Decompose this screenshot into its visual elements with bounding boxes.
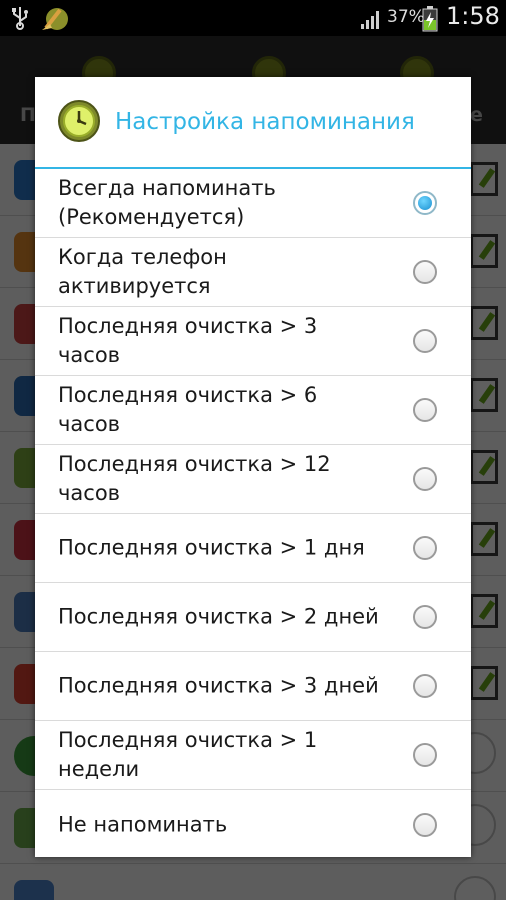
radio-button[interactable] (413, 674, 437, 698)
reminder-option-label: Последняя очистка > 1 недели (58, 728, 318, 781)
status-bar: 37% 1:58 (0, 0, 506, 36)
cleaner-broom-icon (42, 8, 68, 30)
reminder-option[interactable]: Последняя очистка > 3 дней (35, 652, 471, 721)
reminder-option[interactable]: Последняя очистка > 1 дня (35, 514, 471, 583)
dialog-header: Настройка напоминания (35, 77, 471, 169)
radio-button[interactable] (413, 605, 437, 629)
radio-button[interactable] (413, 191, 437, 215)
reminder-option[interactable]: Последняя очистка > 3 часов (35, 307, 471, 376)
reminder-option[interactable]: Последняя очистка > 12 часов (35, 445, 471, 514)
reminder-option-label: Последняя очистка > 3 часов (58, 314, 318, 367)
reminder-option[interactable]: Всегда напоминать (Рекомендуется) (35, 169, 471, 238)
radio-button[interactable] (413, 329, 437, 353)
reminder-option-label: Последняя очистка > 3 дней (58, 673, 379, 698)
reminder-option[interactable]: Не напоминать (35, 790, 471, 859)
clock-icon (58, 100, 100, 142)
reminder-option-label: Всегда напоминать (Рекомендуется) (58, 176, 276, 229)
radio-button[interactable] (413, 398, 437, 422)
reminder-options-list: Всегда напоминать (Рекомендуется) Когда … (35, 169, 471, 859)
battery-charging-icon (422, 6, 438, 32)
usb-icon (12, 7, 28, 30)
radio-button[interactable] (413, 467, 437, 491)
reminder-option-label: Последняя очистка > 12 часов (58, 452, 331, 505)
reminder-option-label: Когда телефон активируется (58, 245, 227, 298)
reminder-option-label: Последняя очистка > 6 часов (58, 383, 318, 436)
radio-button[interactable] (413, 536, 437, 560)
reminder-settings-dialog: Настройка напоминания Всегда напоминать … (35, 77, 471, 857)
reminder-option-label: Последняя очистка > 2 дней (58, 604, 379, 629)
radio-button[interactable] (413, 812, 437, 837)
reminder-option-label: Не напоминать (58, 812, 228, 836)
battery-percent: 37% (387, 7, 425, 27)
reminder-option[interactable]: Последняя очистка > 6 часов (35, 376, 471, 445)
radio-button[interactable] (413, 743, 437, 767)
dialog-title: Настройка напоминания (115, 109, 415, 135)
reminder-option[interactable]: Последняя очистка > 2 дней (35, 583, 471, 652)
radio-button[interactable] (413, 260, 437, 284)
clock-time: 1:58 (446, 2, 500, 30)
signal-bars-icon (361, 11, 379, 29)
reminder-option[interactable]: Последняя очистка > 1 недели (35, 721, 471, 790)
reminder-option[interactable]: Когда телефон активируется (35, 238, 471, 307)
reminder-option-label: Последняя очистка > 1 дня (58, 535, 365, 560)
